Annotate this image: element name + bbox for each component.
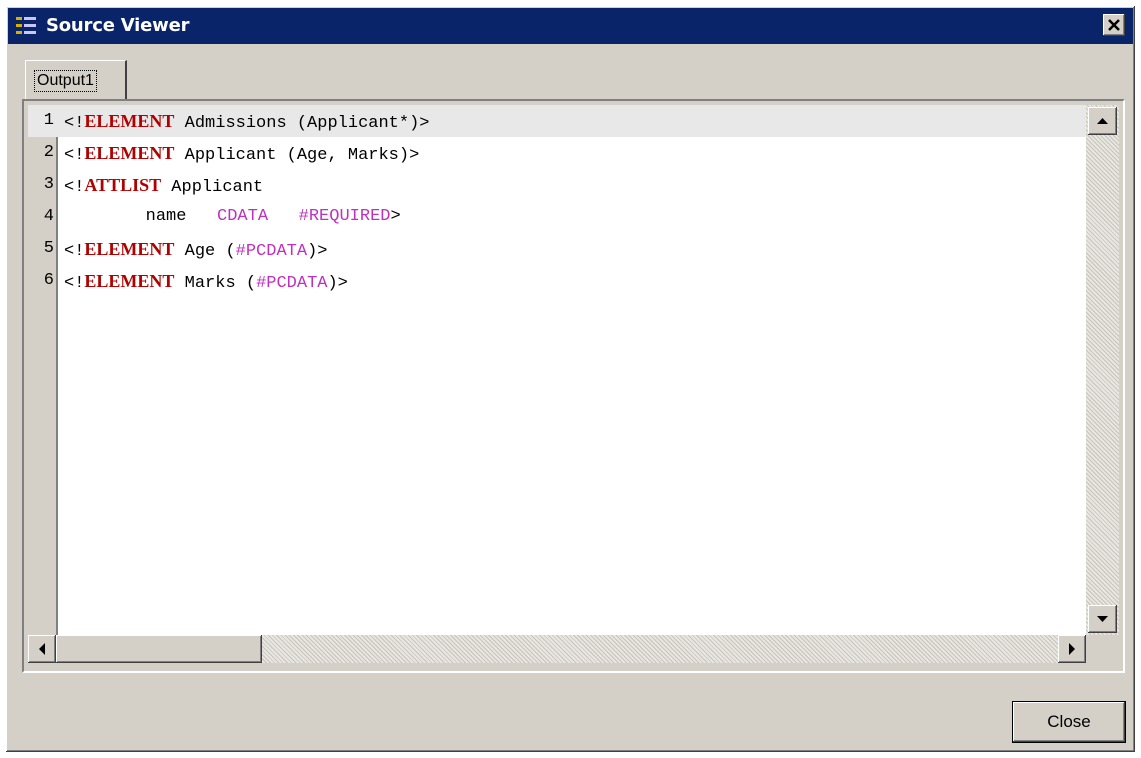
code-segment: Admissions (Applicant*)> [174, 114, 430, 133]
code-segment: )> [327, 274, 348, 293]
window-title: Source Viewer [46, 15, 190, 36]
source-panel: 1 <!ELEMENT Admissions (Applicant*)> 2 <!EL… [22, 99, 1125, 673]
dtd-keyword: ELEMENT [84, 239, 175, 259]
scroll-left-button[interactable] [28, 635, 56, 663]
horizontal-scrollbar[interactable] [28, 635, 1086, 663]
code-segment: Applicant (Age, Marks)> [174, 146, 420, 165]
source-editor[interactable]: 1 <!ELEMENT Admissions (Applicant*)> 2 <!EL… [28, 105, 1086, 635]
line-number: 5 [43, 239, 54, 258]
arrow-down-icon [1097, 616, 1108, 622]
dtd-value: #PCDATA [256, 274, 328, 293]
line-number: 1 [43, 111, 54, 130]
code-line[interactable]: 1 <!ELEMENT Admissions (Applicant*)> [28, 105, 1086, 137]
code-segment: <! [64, 274, 85, 293]
line-number: 6 [43, 271, 54, 290]
code-text: <!ELEMENT Admissions (Applicant*)> [64, 105, 429, 140]
code-segment: <! [64, 146, 85, 165]
code-segment: > [390, 207, 401, 226]
code-segment: Marks ( [174, 274, 257, 293]
dtd-value: #REQUIRED [298, 207, 391, 226]
dtd-keyword: ELEMENT [84, 271, 175, 291]
code-segment: <! [64, 178, 85, 197]
scroll-up-button[interactable] [1088, 107, 1117, 135]
code-segment: <! [64, 114, 85, 133]
line-number: 4 [43, 207, 54, 226]
close-icon[interactable] [1103, 14, 1125, 36]
scroll-right-button[interactable] [1058, 635, 1086, 663]
horizontal-scroll-thumb[interactable] [56, 635, 262, 663]
code-text: name CDATA #REQUIRED> [64, 201, 401, 233]
tab-output1[interactable]: Output1 [25, 60, 127, 100]
code-line[interactable]: 4 name CDATA #REQUIRED> [28, 201, 1086, 233]
vertical-scrollbar[interactable] [1086, 105, 1119, 635]
arrow-left-icon [39, 643, 45, 655]
code-line[interactable]: 5 <!ELEMENT Age (#PCDATA)> [28, 233, 1086, 265]
dtd-value: #PCDATA [235, 242, 308, 261]
code-line[interactable]: 6 <!ELEMENT Marks (#PCDATA)> [28, 265, 1086, 297]
line-number: 2 [43, 143, 54, 162]
code-segment: Applicant [161, 178, 264, 197]
code-segment: <! [64, 242, 85, 261]
title-bar[interactable]: Source Viewer [8, 8, 1133, 44]
close-button-label: Close [1047, 712, 1091, 731]
dtd-keyword: ELEMENT [84, 111, 175, 131]
arrow-right-icon [1069, 643, 1075, 655]
code-line[interactable]: 2 <!ELEMENT Applicant (Age, Marks)> [28, 137, 1086, 169]
source-viewer-icon [15, 15, 37, 37]
code-text: <!ATTLIST Applicant [64, 169, 263, 204]
code-text: <!ELEMENT Age (#PCDATA)> [64, 233, 327, 268]
tab-label: Output1 [34, 70, 97, 92]
code-segment: Age ( [174, 242, 236, 261]
code-line[interactable]: 3 <!ATTLIST Applicant [28, 169, 1086, 201]
scroll-down-button[interactable] [1088, 605, 1117, 633]
code-segment: name [64, 207, 218, 226]
code-segment: )> [307, 242, 328, 261]
dtd-keyword: ELEMENT [84, 143, 175, 163]
close-button[interactable]: Close [1012, 701, 1126, 743]
code-text: <!ELEMENT Applicant (Age, Marks)> [64, 137, 419, 172]
dtd-keyword: ATTLIST [84, 175, 162, 195]
line-number: 3 [43, 175, 54, 194]
dtd-value: CDATA [217, 207, 269, 226]
scrollbar-corner [1086, 635, 1119, 663]
arrow-up-icon [1097, 118, 1108, 124]
code-text: <!ELEMENT Marks (#PCDATA)> [64, 265, 348, 300]
source-viewer-window: Source Viewer Output1 1 <!ELEMENT Admissi… [6, 6, 1135, 752]
